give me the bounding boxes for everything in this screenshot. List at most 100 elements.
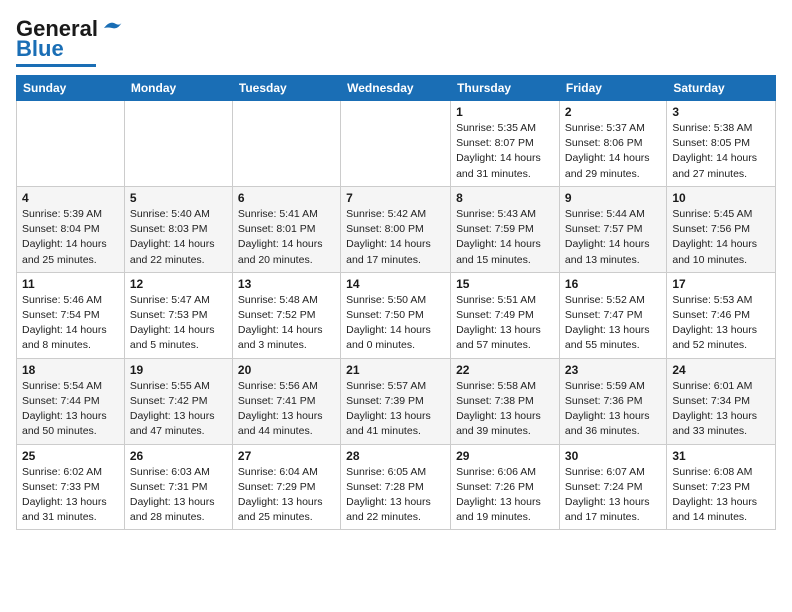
calendar-cell: 31Sunrise: 6:08 AMSunset: 7:23 PMDayligh… (667, 444, 776, 530)
calendar-week-row: 4 Sunrise: 5:39 AMSunset: 8:04 PMDaylight… (17, 186, 776, 272)
calendar-cell (232, 101, 340, 187)
day-number: 24 (672, 363, 770, 377)
day-number: 8 (456, 191, 554, 205)
day-number: 30 (565, 449, 661, 463)
day-info: Sunrise: 5:45 AMSunset: 7:56 PMDaylight:… (672, 207, 770, 268)
calendar-cell: 2Sunrise: 5:37 AMSunset: 8:06 PMDaylight… (559, 101, 666, 187)
day-number: 20 (238, 363, 335, 377)
day-info: Sunrise: 5:54 AMSunset: 7:44 PMDaylight:… (22, 379, 119, 440)
day-info: Sunrise: 5:41 AMSunset: 8:01 PMDaylight:… (238, 207, 335, 268)
day-info: Sunrise: 5:56 AMSunset: 7:41 PMDaylight:… (238, 379, 335, 440)
calendar-cell (17, 101, 125, 187)
calendar-week-row: 25Sunrise: 6:02 AMSunset: 7:33 PMDayligh… (17, 444, 776, 530)
day-info: Sunrise: 5:37 AMSunset: 8:06 PMDaylight:… (565, 121, 661, 182)
day-info: Sunrise: 5:57 AMSunset: 7:39 PMDaylight:… (346, 379, 445, 440)
header-tuesday: Tuesday (232, 76, 340, 101)
day-number: 31 (672, 449, 770, 463)
day-number: 12 (130, 277, 227, 291)
calendar-cell: 11 Sunrise: 5:46 AMSunset: 7:54 PMDayligh… (17, 272, 125, 358)
day-number: 23 (565, 363, 661, 377)
calendar-cell: 6Sunrise: 5:41 AMSunset: 8:01 PMDaylight… (232, 186, 340, 272)
calendar-cell: 21 Sunrise: 5:57 AMSunset: 7:39 PMDayligh… (341, 358, 451, 444)
header-monday: Monday (124, 76, 232, 101)
day-number: 1 (456, 105, 554, 119)
calendar-cell: 22Sunrise: 5:58 AMSunset: 7:38 PMDayligh… (451, 358, 560, 444)
calendar-cell: 4 Sunrise: 5:39 AMSunset: 8:04 PMDaylight… (17, 186, 125, 272)
day-info: Sunrise: 5:53 AMSunset: 7:46 PMDaylight:… (672, 293, 770, 354)
day-info: Sunrise: 6:04 AMSunset: 7:29 PMDaylight:… (238, 465, 335, 526)
day-info: Sunrise: 5:52 AMSunset: 7:47 PMDaylight:… (565, 293, 661, 354)
day-info: Sunrise: 5:44 AMSunset: 7:57 PMDaylight:… (565, 207, 661, 268)
calendar-cell: 9 Sunrise: 5:44 AMSunset: 7:57 PMDaylight… (559, 186, 666, 272)
calendar-cell: 23 Sunrise: 5:59 AMSunset: 7:36 PMDayligh… (559, 358, 666, 444)
day-info: Sunrise: 5:55 AMSunset: 7:42 PMDaylight:… (130, 379, 227, 440)
calendar-cell: 3Sunrise: 5:38 AMSunset: 8:05 PMDaylight… (667, 101, 776, 187)
day-number: 21 (346, 363, 445, 377)
calendar-cell: 18Sunrise: 5:54 AMSunset: 7:44 PMDayligh… (17, 358, 125, 444)
day-number: 10 (672, 191, 770, 205)
calendar-cell (124, 101, 232, 187)
day-number: 27 (238, 449, 335, 463)
day-number: 29 (456, 449, 554, 463)
day-number: 4 (22, 191, 119, 205)
logo-blue: Blue (16, 36, 64, 62)
day-number: 9 (565, 191, 661, 205)
calendar-cell: 17Sunrise: 5:53 AMSunset: 7:46 PMDayligh… (667, 272, 776, 358)
header-thursday: Thursday (451, 76, 560, 101)
calendar-cell: 1 Sunrise: 5:35 AMSunset: 8:07 PMDaylight… (451, 101, 560, 187)
day-info: Sunrise: 6:01 AMSunset: 7:34 PMDaylight:… (672, 379, 770, 440)
logo-bird-icon (102, 18, 124, 36)
calendar-cell: 16 Sunrise: 5:52 AMSunset: 7:47 PMDayligh… (559, 272, 666, 358)
day-number: 19 (130, 363, 227, 377)
day-info: Sunrise: 5:58 AMSunset: 7:38 PMDaylight:… (456, 379, 554, 440)
calendar-cell: 20 Sunrise: 5:56 AMSunset: 7:41 PMDayligh… (232, 358, 340, 444)
header-saturday: Saturday (667, 76, 776, 101)
day-number: 3 (672, 105, 770, 119)
day-info: Sunrise: 5:51 AMSunset: 7:49 PMDaylight:… (456, 293, 554, 354)
day-number: 11 (22, 277, 119, 291)
calendar-cell: 30 Sunrise: 6:07 AMSunset: 7:24 PMDayligh… (559, 444, 666, 530)
day-number: 13 (238, 277, 335, 291)
calendar-cell: 29 Sunrise: 6:06 AMSunset: 7:26 PMDayligh… (451, 444, 560, 530)
day-info: Sunrise: 5:35 AMSunset: 8:07 PMDaylight:… (456, 121, 554, 182)
logo-underline (16, 64, 96, 67)
day-info: Sunrise: 5:48 AMSunset: 7:52 PMDaylight:… (238, 293, 335, 354)
header-wednesday: Wednesday (341, 76, 451, 101)
day-info: Sunrise: 5:46 AMSunset: 7:54 PMDaylight:… (22, 293, 119, 354)
calendar-cell: 28Sunrise: 6:05 AMSunset: 7:28 PMDayligh… (341, 444, 451, 530)
header-sunday: Sunday (17, 76, 125, 101)
calendar-cell: 26Sunrise: 6:03 AMSunset: 7:31 PMDayligh… (124, 444, 232, 530)
calendar-cell: 25Sunrise: 6:02 AMSunset: 7:33 PMDayligh… (17, 444, 125, 530)
calendar-cell: 19 Sunrise: 5:55 AMSunset: 7:42 PMDayligh… (124, 358, 232, 444)
day-info: Sunrise: 6:07 AMSunset: 7:24 PMDaylight:… (565, 465, 661, 526)
day-info: Sunrise: 5:43 AMSunset: 7:59 PMDaylight:… (456, 207, 554, 268)
calendar-header-row: SundayMondayTuesdayWednesdayThursdayFrid… (17, 76, 776, 101)
day-info: Sunrise: 5:39 AMSunset: 8:04 PMDaylight:… (22, 207, 119, 268)
day-number: 7 (346, 191, 445, 205)
calendar-cell: 13 Sunrise: 5:48 AMSunset: 7:52 PMDayligh… (232, 272, 340, 358)
calendar-cell: 12Sunrise: 5:47 AMSunset: 7:53 PMDayligh… (124, 272, 232, 358)
day-number: 16 (565, 277, 661, 291)
calendar-week-row: 18Sunrise: 5:54 AMSunset: 7:44 PMDayligh… (17, 358, 776, 444)
calendar-table: SundayMondayTuesdayWednesdayThursdayFrid… (16, 75, 776, 530)
day-info: Sunrise: 5:50 AMSunset: 7:50 PMDaylight:… (346, 293, 445, 354)
calendar-cell: 14Sunrise: 5:50 AMSunset: 7:50 PMDayligh… (341, 272, 451, 358)
logo: General Blue (16, 16, 124, 67)
header-friday: Friday (559, 76, 666, 101)
calendar-cell: 24 Sunrise: 6:01 AMSunset: 7:34 PMDayligh… (667, 358, 776, 444)
day-info: Sunrise: 6:02 AMSunset: 7:33 PMDaylight:… (22, 465, 119, 526)
calendar-cell: 7 Sunrise: 5:42 AMSunset: 8:00 PMDaylight… (341, 186, 451, 272)
day-number: 26 (130, 449, 227, 463)
day-number: 5 (130, 191, 227, 205)
day-number: 15 (456, 277, 554, 291)
day-info: Sunrise: 5:42 AMSunset: 8:00 PMDaylight:… (346, 207, 445, 268)
calendar-week-row: 11 Sunrise: 5:46 AMSunset: 7:54 PMDayligh… (17, 272, 776, 358)
page-header: General Blue (16, 16, 776, 67)
calendar-cell: 15 Sunrise: 5:51 AMSunset: 7:49 PMDayligh… (451, 272, 560, 358)
calendar-cell: 8 Sunrise: 5:43 AMSunset: 7:59 PMDaylight… (451, 186, 560, 272)
day-info: Sunrise: 5:40 AMSunset: 8:03 PMDaylight:… (130, 207, 227, 268)
day-info: Sunrise: 6:06 AMSunset: 7:26 PMDaylight:… (456, 465, 554, 526)
day-info: Sunrise: 6:05 AMSunset: 7:28 PMDaylight:… (346, 465, 445, 526)
day-info: Sunrise: 5:59 AMSunset: 7:36 PMDaylight:… (565, 379, 661, 440)
calendar-cell: 5 Sunrise: 5:40 AMSunset: 8:03 PMDaylight… (124, 186, 232, 272)
